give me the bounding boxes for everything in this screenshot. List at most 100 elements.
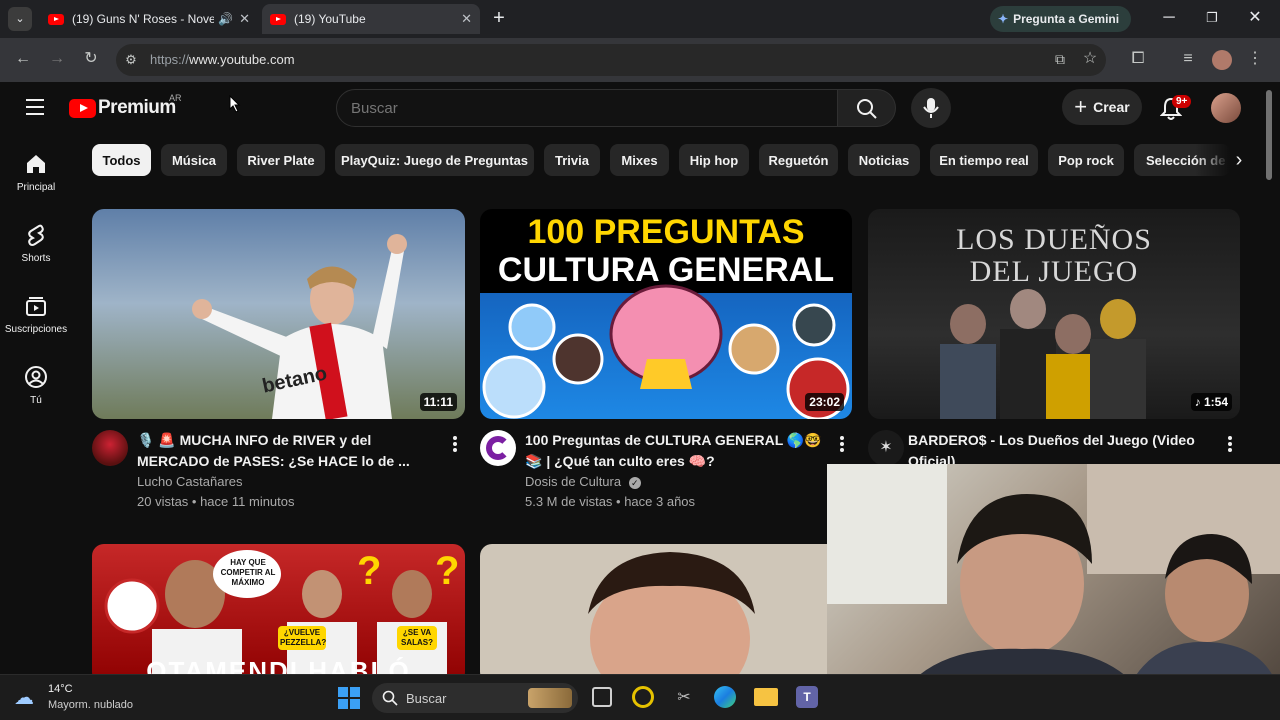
search-box[interactable] [336,89,838,127]
teams-icon[interactable]: T [796,686,818,708]
video-thumbnail[interactable]: betano 11:11 [92,209,465,419]
close-tab-icon[interactable]: ✕ [239,11,250,27]
cloud-sun-icon: ☁ [14,687,34,709]
sidebar-item-principal[interactable]: Principal [0,152,72,193]
browser-tab-bar: ⌄ (19) Guns N' Roses - Novem 🔊 ✕ (19) Yo… [0,0,1280,38]
sidebar-item-suscripciones[interactable]: Suscripciones [0,294,72,335]
new-tab-button[interactable]: + [488,6,510,30]
chip-noticias[interactable]: Noticias [848,144,920,176]
minimize-button[interactable]: ─ [1158,6,1180,30]
search-button[interactable] [838,89,896,127]
weather-description: Mayorm. nublado [48,699,133,711]
weather-temperature: 14°C [48,683,73,695]
video-thumbnail[interactable]: LOS DUEÑOS DEL JUEGO ♪ 1:54 [868,209,1240,419]
file-explorer-icon[interactable] [754,688,778,706]
chip-regueton[interactable]: Reguetón [759,144,838,176]
video-title-line1[interactable]: BARDERO$ - Los Dueños del Juego (Video [908,430,1195,451]
chips-next-icon[interactable]: › [1224,145,1254,175]
channel-avatar[interactable] [480,430,516,466]
sidebar-item-tu[interactable]: Tú [0,365,72,406]
chip-hip-hop[interactable]: Hip hop [679,144,749,176]
channel-avatar[interactable] [92,430,128,466]
channel-name[interactable]: Lucho Castañares [137,472,243,492]
sidebar-item-shorts[interactable]: Shorts [0,223,72,264]
chip-river-plate[interactable]: River Plate [237,144,325,176]
search-icon [857,99,877,119]
close-window-button[interactable]: ✕ [1244,6,1266,30]
video-title-line2[interactable]: 📚 | ¿Qué tan culto eres 🧠? [525,451,715,472]
youtube-play-icon [69,99,96,118]
youtube-logo[interactable]: Premium AR [69,93,189,120]
channel-name-row[interactable]: Dosis de Cultura ✓ [525,472,641,492]
svg-text:?: ? [435,549,459,593]
bookmark-star-icon[interactable]: ☆ [1078,47,1102,71]
account-avatar[interactable] [1211,93,1241,123]
channel-name[interactable]: Dosis de Cultura [525,474,621,489]
page-scrollbar[interactable] [1266,90,1272,180]
back-icon[interactable]: ← [11,47,35,71]
region-code: AR [169,93,182,103]
speaker-icon[interactable]: 🔊 [218,12,233,26]
youtube-favicon-icon [270,13,286,25]
chip-playquiz[interactable]: PlayQuiz: Juego de Preguntas [335,144,534,176]
video-title-line2[interactable]: MERCADO de PASES: ¿Se HACE lo de ... [137,451,410,472]
home-icon [27,155,45,173]
search-icon [382,690,398,706]
profile-avatar[interactable] [1212,50,1232,70]
snipping-tool-icon[interactable]: ✂ [674,687,694,707]
url-text[interactable]: https://www.youtube.com [150,52,295,67]
extensions-icon[interactable]: ⧠ [1126,47,1150,71]
chip-en-tiempo-real[interactable]: En tiempo real [930,144,1038,176]
youtube-favicon-icon [48,13,64,25]
chip-trivia[interactable]: Trivia [544,144,600,176]
maximize-button[interactable]: ❐ [1201,6,1223,30]
browser-menu-icon[interactable]: ⋮ [1243,47,1267,71]
site-info-icon[interactable]: ⚙ [119,48,143,72]
create-button[interactable]: + Crear [1062,89,1142,125]
more-actions-icon[interactable] [453,436,457,452]
chip-musica[interactable]: Música [161,144,227,176]
face-photo [588,552,755,684]
windows-start-icon[interactable] [338,687,360,709]
video-stats: 5.3 M de vistas • hace 3 años [525,494,696,509]
band-photo [940,289,1146,419]
close-tab-icon[interactable]: ✕ [461,11,472,27]
video-title-line1[interactable]: 🎙️ 🚨 MUCHA INFO de RIVER y del [137,430,371,451]
taskbar-search[interactable]: Buscar [372,683,578,713]
video-thumbnail[interactable]: ? ? HAY QUE COMPETIR AL MÁXIMO ¿VUELVE P… [92,544,465,684]
logo-premium-text: Premium [98,97,176,118]
chip-todos[interactable]: Todos [92,144,151,176]
thumb-speech-bubble: HAY QUE COMPETIR AL MÁXIMO [220,558,276,587]
microphone-icon [923,98,939,118]
chip-pop-rock[interactable]: Pop rock [1048,144,1124,176]
more-actions-icon[interactable] [840,436,844,452]
video-thumbnail[interactable]: 100 PREGUNTAS CULTURA GENERAL 23:02 [480,209,852,419]
more-actions-icon[interactable] [1228,436,1232,452]
notifications-button[interactable]: 9+ [1158,94,1192,122]
tab-guns-n-roses[interactable]: (19) Guns N' Roses - Novem 🔊 ✕ [40,4,258,34]
duration-badge: ♪ 1:54 [1190,393,1232,411]
channel-avatar[interactable]: ✶ [868,430,904,466]
edge-icon[interactable] [714,686,736,708]
voice-search-button[interactable] [911,88,951,128]
guide-menu-icon[interactable] [26,99,44,115]
task-view-icon[interactable] [592,687,612,707]
video-thumbnail[interactable] [480,544,852,684]
gemini-button[interactable]: ✦ Pregunta a Gemini [990,6,1131,32]
video-title-line1[interactable]: 100 Preguntas de CULTURA GENERAL 🌎🤓 [525,430,822,451]
reload-icon[interactable]: ↻ [79,47,103,71]
video-stats: 20 vistas • hace 11 minutos [137,494,295,509]
gemini-sparkle-icon: ✦ [998,12,1009,26]
search-input[interactable] [351,98,821,118]
media-controls-icon[interactable]: ≡ [1176,47,1200,71]
duration-badge: 23:02 [805,393,844,411]
install-app-icon[interactable]: ⧉ [1048,47,1072,71]
subscriptions-icon [26,297,46,316]
copilot-icon[interactable] [632,686,654,708]
tab-youtube[interactable]: (19) YouTube ✕ [262,4,480,34]
weather-widget[interactable]: ☁ 14°C Mayorm. nublado [14,683,164,715]
forward-icon[interactable]: → [45,47,69,71]
chip-mixes[interactable]: Mixes [610,144,669,176]
svg-text:?: ? [357,549,381,593]
tab-search-dropdown[interactable]: ⌄ [8,7,32,31]
